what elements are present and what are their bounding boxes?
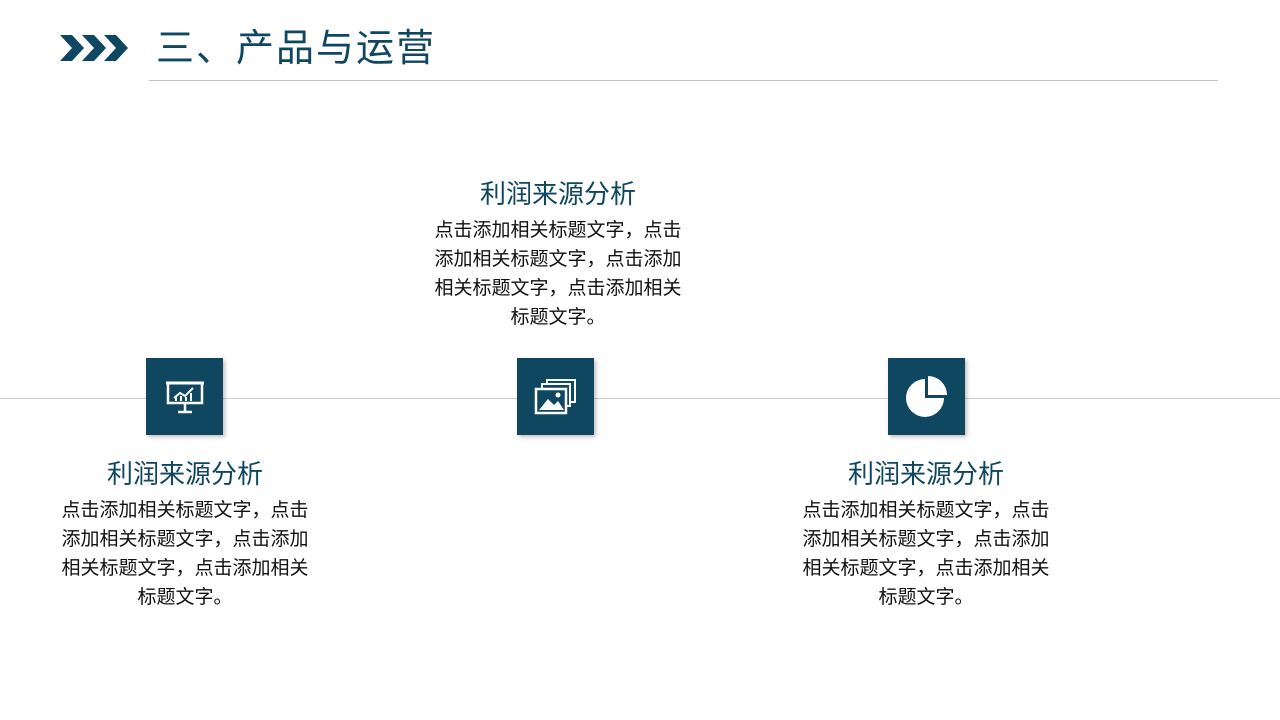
block-text: 点击添加相关标题文字，点击添加相关标题文字，点击添加相关标题文字，点击添加相关标… — [61, 499, 309, 608]
presentation-chart-icon — [165, 381, 204, 413]
block-title: 利润来源分析 — [106, 460, 263, 490]
pie-chart-icon — [905, 375, 947, 417]
chevrons-icon — [60, 35, 128, 61]
feature-block-3: 利润来源分析 点击添加相关标题文字，点击添加相关标题文字，点击添加相关标题文字，… — [796, 458, 1056, 612]
block-text: 点击添加相关标题文字，点击添加相关标题文字，点击添加相关标题文字，点击添加相关标… — [434, 219, 682, 328]
header-divider — [149, 80, 1218, 81]
icon-box-1 — [146, 358, 223, 435]
image-gallery-icon — [534, 378, 576, 414]
page-title: 三、产品与运营 — [156, 26, 437, 70]
block-title: 利润来源分析 — [479, 180, 636, 210]
icon-box-2 — [517, 358, 594, 435]
block-title: 利润来源分析 — [847, 460, 1004, 490]
block-text: 点击添加相关标题文字，点击添加相关标题文字，点击添加相关标题文字，点击添加相关标… — [802, 499, 1050, 608]
icon-box-3 — [888, 358, 965, 435]
feature-block-1: 利润来源分析 点击添加相关标题文字，点击添加相关标题文字，点击添加相关标题文字，… — [55, 458, 315, 612]
feature-block-2: 利润来源分析 点击添加相关标题文字，点击添加相关标题文字，点击添加相关标题文字，… — [428, 178, 688, 332]
